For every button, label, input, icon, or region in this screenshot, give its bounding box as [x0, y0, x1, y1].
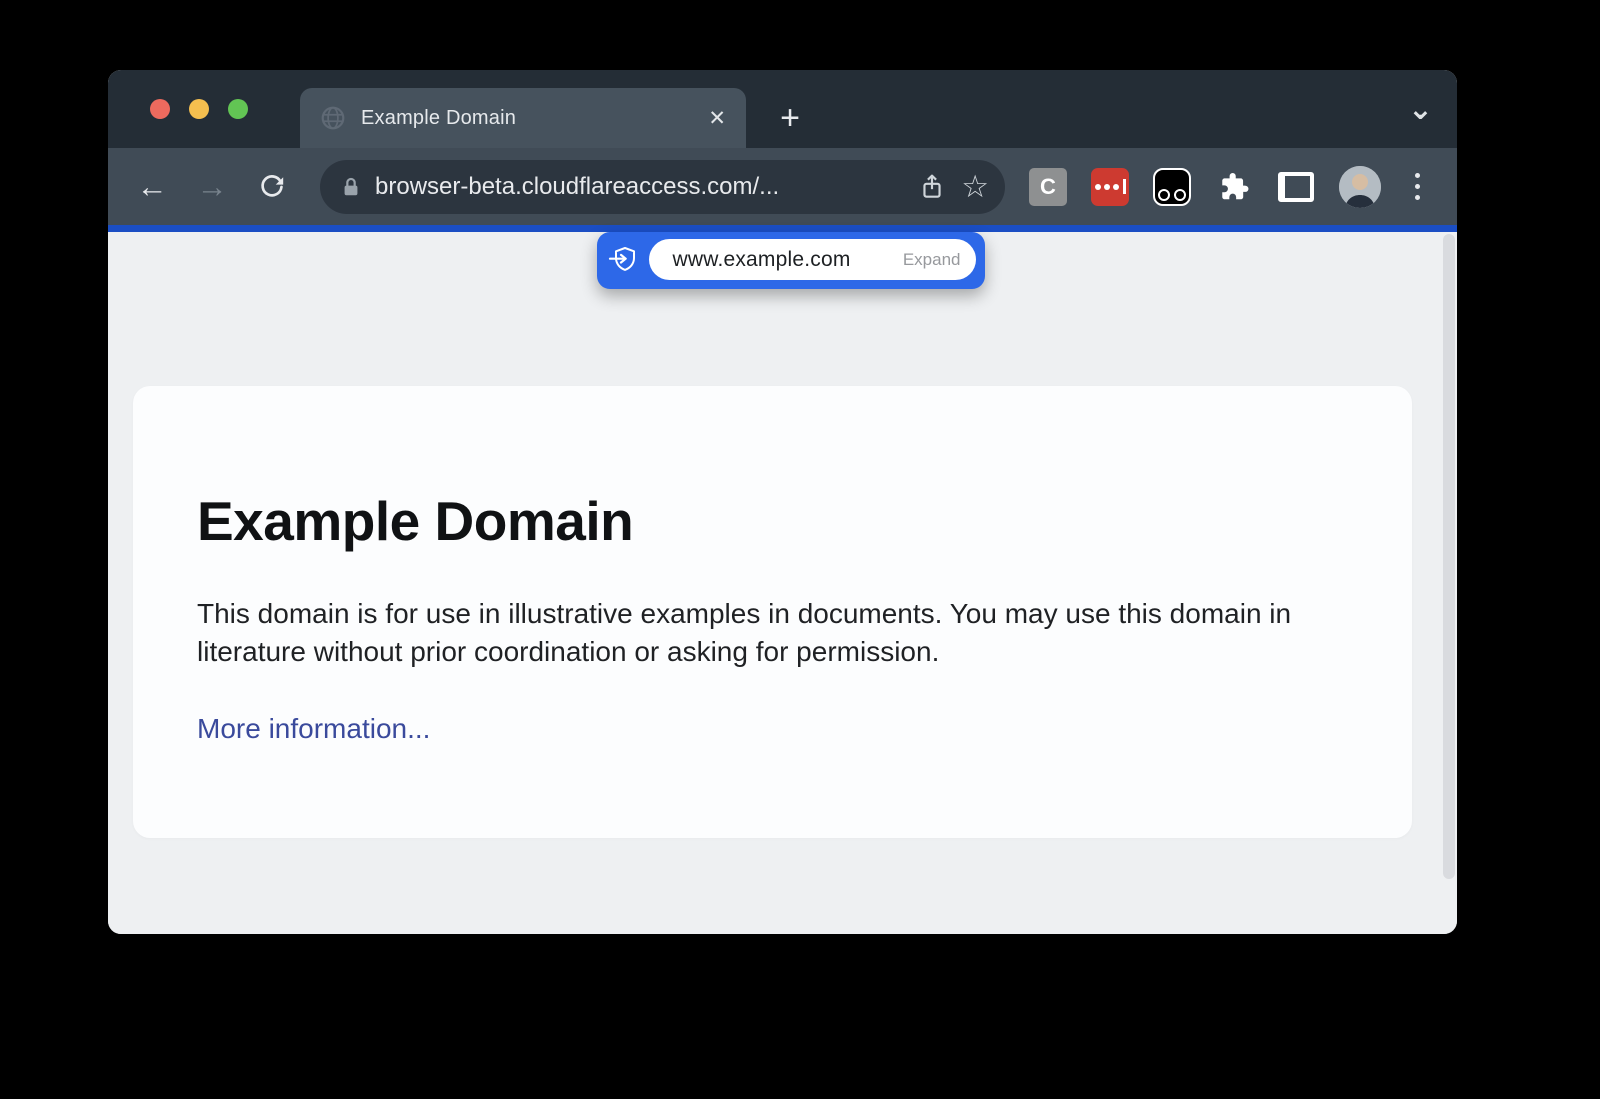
extension-c-icon[interactable]: C [1029, 168, 1067, 206]
reload-button[interactable] [250, 165, 294, 209]
goggles-extension-icon[interactable] [1153, 168, 1191, 206]
goggle-left-lens [1158, 189, 1170, 201]
lastpass-dots [1095, 179, 1126, 194]
browser-toolbar: ← → browser-beta.cloudflareaccess.com/..… [108, 148, 1457, 225]
vertical-scrollbar[interactable] [1443, 234, 1455, 879]
page-paragraph: This domain is for use in illustrative e… [197, 595, 1347, 671]
expand-button[interactable]: Expand [903, 250, 961, 270]
minimize-window-button[interactable] [189, 99, 209, 119]
isolated-host-text: www.example.com [673, 248, 851, 272]
zoom-window-button[interactable] [228, 99, 248, 119]
close-window-button[interactable] [150, 99, 170, 119]
share-icon[interactable] [919, 173, 945, 201]
more-information-link[interactable]: More information... [197, 713, 430, 745]
goggle-right-lens [1174, 189, 1186, 201]
extensions-puzzle-icon[interactable] [1215, 168, 1253, 206]
new-tab-button[interactable]: + [766, 94, 814, 142]
lastpass-extension-icon[interactable] [1091, 168, 1129, 206]
browser-window: Example Domain ✕ + ⌄ ← → browser-beta.cl… [108, 70, 1457, 934]
url-text[interactable]: browser-beta.cloudflareaccess.com/... [375, 173, 919, 201]
address-bar[interactable]: browser-beta.cloudflareaccess.com/... ☆ [320, 160, 1005, 214]
browser-menu-button[interactable] [1405, 173, 1429, 200]
isolation-url-pill[interactable]: www.example.com Expand [597, 232, 985, 289]
close-tab-icon[interactable]: ✕ [708, 108, 726, 129]
page-viewport: www.example.com Expand Example Domain Th… [108, 232, 1457, 934]
side-panel-icon[interactable] [1277, 168, 1315, 206]
side-panel-glyph [1278, 172, 1314, 202]
tab-example-domain[interactable]: Example Domain ✕ [300, 88, 746, 148]
isolation-accent-bar [108, 225, 1457, 232]
profile-avatar[interactable] [1339, 166, 1381, 208]
tab-strip: Example Domain ✕ + ⌄ [108, 70, 1457, 148]
shield-arrow-icon [597, 246, 649, 274]
traffic-lights [150, 70, 248, 148]
forward-button[interactable]: → [190, 165, 234, 209]
extensions-row: C [1029, 168, 1315, 206]
bookmark-star-icon[interactable]: ☆ [961, 171, 989, 202]
globe-favicon-icon [320, 105, 346, 131]
lock-icon[interactable] [340, 175, 362, 199]
tab-title: Example Domain [361, 107, 516, 130]
back-button[interactable]: ← [130, 165, 174, 209]
isolated-host-field[interactable]: www.example.com Expand [649, 239, 976, 280]
reload-icon [258, 173, 286, 201]
chevron-down-icon[interactable]: ⌄ [1408, 70, 1433, 148]
page-title: Example Domain [197, 491, 1348, 551]
example-domain-card: Example Domain This domain is for use in… [133, 386, 1412, 838]
